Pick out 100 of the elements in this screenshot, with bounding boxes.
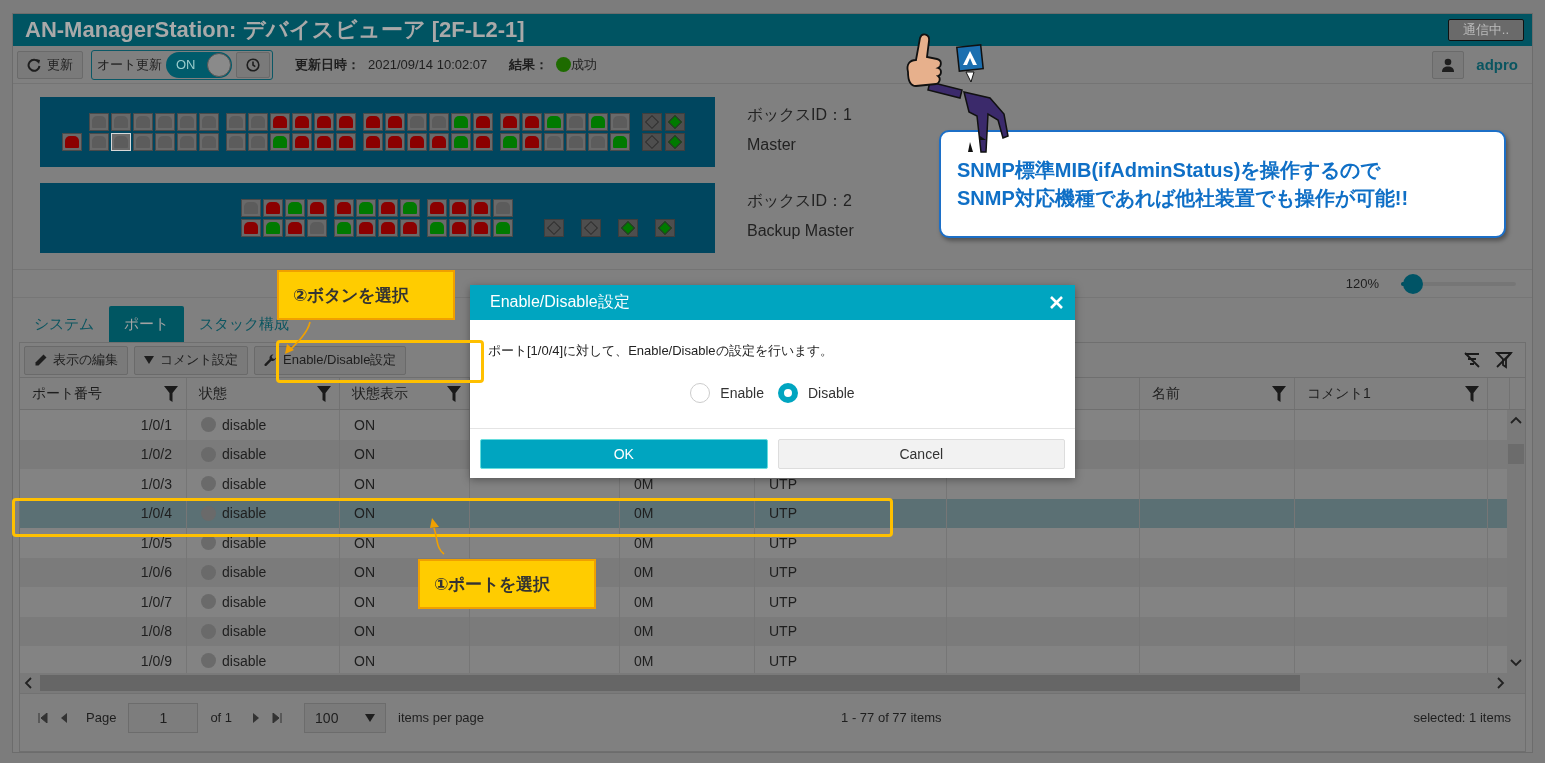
- next-page-icon[interactable]: [252, 712, 261, 723]
- table-cell: disable: [222, 652, 267, 669]
- radio-button[interactable]: [690, 383, 711, 403]
- table-cell: 0M: [634, 623, 654, 640]
- ok-button[interactable]: OK: [480, 438, 768, 469]
- tab[interactable]: システム: [19, 306, 109, 342]
- status-dot: [201, 476, 216, 492]
- item-range: 1 - 77 of 77 items: [841, 710, 942, 725]
- column-header[interactable]: 状態: [199, 384, 227, 403]
- table-cell: UTP: [769, 505, 797, 522]
- table-cell: ON: [354, 475, 375, 492]
- last-page-icon[interactable]: [272, 712, 283, 723]
- column-header[interactable]: 名前: [1152, 384, 1180, 403]
- table-cell: 1/0/9: [140, 652, 172, 669]
- table-cell: 0M: [634, 534, 654, 551]
- table-cell: ON: [354, 564, 375, 581]
- previous-page-icon[interactable]: [60, 712, 68, 723]
- table-cell: disable: [222, 564, 267, 581]
- connection-status: 通信中..: [1447, 19, 1524, 41]
- filter-icon[interactable]: [447, 385, 461, 402]
- auto-update-label: オート更新: [97, 55, 162, 74]
- filter-icon[interactable]: [1272, 385, 1286, 402]
- caret-icon: [144, 356, 154, 364]
- page-count: of 1: [210, 710, 233, 725]
- table-cell: UTP: [769, 534, 797, 551]
- vertical-scrollbar[interactable]: [1507, 410, 1525, 673]
- pencil-icon: [34, 353, 47, 367]
- page-input[interactable]: 1: [128, 702, 199, 733]
- user-button[interactable]: [1432, 50, 1465, 79]
- table-cell: UTP: [769, 652, 797, 669]
- window-title: AN-ManagerStation: デバイスビューア [2F-L2-1]: [25, 16, 525, 44]
- filter-icon[interactable]: [317, 385, 331, 402]
- scroll-down-icon: [1510, 659, 1522, 667]
- page-size-dropdown[interactable]: 100: [304, 702, 387, 733]
- table-cell: 1/0/3: [140, 475, 172, 492]
- user-icon: [1441, 57, 1456, 72]
- table-cell: 0M: [634, 593, 654, 610]
- slider-thumb[interactable]: [1402, 273, 1423, 294]
- bubble-text: SNMP標準MIB(ifAdminStatus)を操作するので: [957, 158, 1382, 183]
- box-id: ボックスID：2: [747, 191, 853, 211]
- step-callout: ②ボタンを選択: [277, 270, 455, 320]
- tab[interactable]: ポート: [109, 306, 184, 342]
- table-cell: ON: [354, 534, 375, 551]
- table-cell: 0M: [634, 564, 654, 581]
- table-cell: ON: [354, 652, 375, 669]
- horizontal-scrollbar[interactable]: [20, 673, 1525, 693]
- table-cell: disable: [222, 593, 267, 610]
- updated-time: 2021/09/14 10:02:07: [368, 57, 488, 72]
- updated-label: 更新日時：: [295, 55, 360, 74]
- filter-icon[interactable]: [1465, 385, 1479, 402]
- scroll-up-icon: [1510, 416, 1522, 424]
- enable-disable-button[interactable]: Enable/Disable設定: [254, 345, 407, 375]
- step-callout: ①ポートを選択: [418, 559, 596, 609]
- zoom-label: 120%: [1345, 276, 1379, 291]
- table-cell: 1/0/1: [140, 416, 172, 433]
- table-row[interactable]: 1/0/8 disable ON 0M UTP: [20, 616, 1507, 646]
- refresh-button[interactable]: 更新: [17, 50, 83, 79]
- table-cell: UTP: [769, 475, 797, 492]
- status-dot: [201, 417, 216, 433]
- clear-filter-icon: [1463, 351, 1481, 369]
- arrow: [430, 518, 445, 555]
- table-cell: UTP: [769, 564, 797, 581]
- scroll-right-icon: [1497, 677, 1505, 689]
- filter-off-button[interactable]: [1495, 351, 1513, 369]
- table-cell: UTP: [769, 623, 797, 640]
- close-icon[interactable]: [1050, 296, 1063, 309]
- table-cell: disable: [222, 416, 267, 433]
- comment-button[interactable]: コメント設定: [134, 345, 248, 375]
- caret-icon: [365, 713, 376, 722]
- clear-filter-button[interactable]: [1463, 351, 1481, 369]
- radio-button[interactable]: [777, 383, 798, 403]
- table-cell: 0M: [634, 505, 654, 522]
- table-cell: 1/0/5: [140, 534, 172, 551]
- status-dot: [201, 653, 216, 669]
- table-cell: disable: [222, 534, 267, 551]
- refresh-icon: [27, 57, 41, 72]
- success-dot: [556, 57, 572, 72]
- first-page-icon[interactable]: [38, 712, 48, 723]
- clock-icon: [246, 57, 260, 72]
- dialog-message: ポート[1/0/4]に対して、Enable/Disableの設定を行います。: [487, 342, 834, 360]
- schedule-button[interactable]: [236, 51, 270, 78]
- radio-option[interactable]: Disable: [777, 383, 855, 403]
- edit-view-button[interactable]: 表示の編集: [24, 345, 128, 375]
- result-value: 成功: [571, 55, 598, 74]
- table-cell: disable: [222, 623, 267, 640]
- column-header[interactable]: コメント1: [1307, 384, 1371, 403]
- auto-update-toggle[interactable]: ON: [166, 51, 232, 78]
- filter-icon[interactable]: [164, 385, 178, 402]
- box-role: Master: [747, 136, 797, 154]
- column-header[interactable]: 状態表示: [352, 384, 408, 403]
- column-header[interactable]: ポート番号: [32, 384, 102, 403]
- bubble-text: SNMP対応機種であれば他社装置でも操作が可能!!: [957, 186, 1410, 211]
- table-cell: disable: [222, 446, 267, 463]
- cancel-button[interactable]: Cancel: [777, 438, 1065, 469]
- table-cell: ON: [354, 593, 375, 610]
- status-dot: [201, 594, 216, 610]
- radio-option[interactable]: Enable: [690, 383, 764, 403]
- table-cell: 0M: [634, 475, 654, 492]
- result-label: 結果：: [509, 55, 549, 74]
- table-cell: ON: [354, 623, 375, 640]
